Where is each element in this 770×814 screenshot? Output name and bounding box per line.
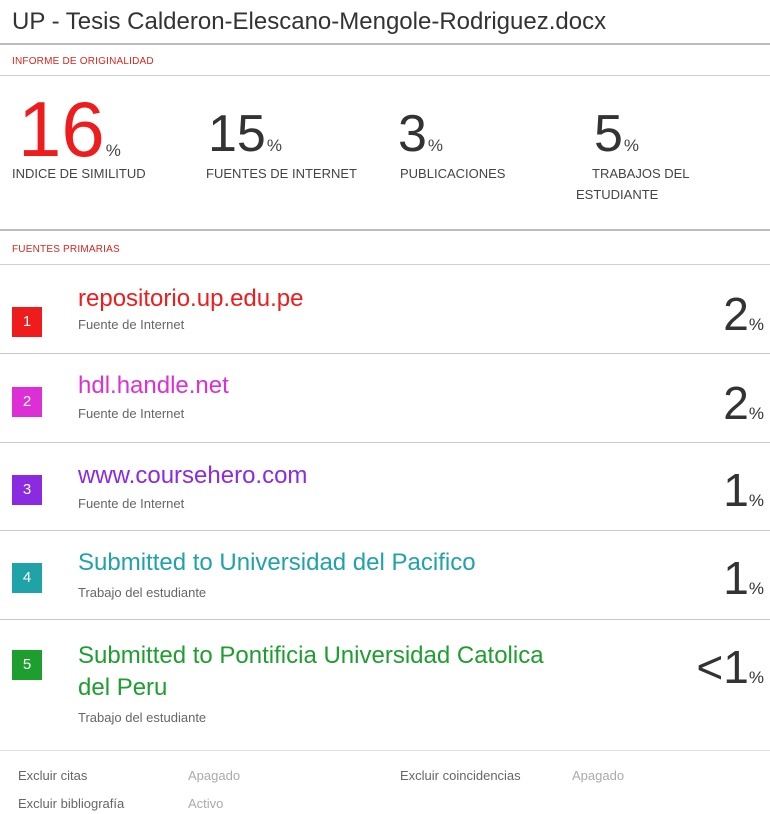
internet-sources-stat: 15%: [208, 108, 282, 160]
source-type: Fuente de Internet: [78, 317, 185, 332]
similarity-index-value: 16: [18, 85, 105, 173]
source-type: Trabajo del estudiante: [78, 710, 207, 725]
source-name-link[interactable]: www.coursehero.com: [78, 460, 307, 492]
originality-report-label: INFORME DE ORIGINALIDAD: [12, 56, 154, 67]
source-row-2[interactable]: 2 hdl.handle.net Fuente de Internet 2%: [0, 354, 770, 442]
source-name-link-line1[interactable]: Submitted to Pontificia Universidad Cato…: [78, 640, 544, 672]
percent-sign: %: [748, 491, 764, 510]
percent-sign: %: [105, 141, 121, 160]
source-row-4[interactable]: 4 Submitted to Universidad del Pacifico …: [0, 531, 770, 619]
source-rank-badge: 5: [12, 650, 42, 680]
source-type: Fuente de Internet: [78, 406, 185, 421]
source-percentage: 1%: [723, 555, 764, 601]
source-rank-badge: 1: [12, 307, 42, 337]
publications-value: 3: [398, 105, 427, 163]
internet-sources-caption: FUENTES DE INTERNET: [206, 166, 357, 181]
source-percentage: 1%: [723, 467, 764, 513]
percent-sign: %: [623, 136, 640, 155]
source-rank-badge: 2: [12, 387, 42, 417]
internet-sources-value: 15: [208, 105, 266, 163]
exclude-matches-value: Apagado: [572, 768, 625, 783]
divider: [0, 229, 770, 231]
similarity-index-stat: 16%: [18, 90, 121, 168]
source-percentage-value: 2: [723, 288, 749, 340]
source-percentage: 2%: [723, 291, 764, 337]
source-row-3[interactable]: 3 www.coursehero.com Fuente de Internet …: [0, 443, 770, 531]
source-name-link[interactable]: hdl.handle.net: [78, 370, 229, 402]
source-name-link[interactable]: Submitted to Universidad del Pacifico: [78, 547, 476, 579]
source-percentage: <1%: [696, 644, 764, 690]
source-percentage-value: <1: [696, 641, 749, 693]
percent-sign: %: [748, 668, 764, 687]
exclude-bibliography-label: Excluir bibliografía: [18, 796, 125, 811]
percent-sign: %: [266, 136, 282, 155]
source-percentage-value: 1: [723, 464, 749, 516]
publications-stat: 3%: [398, 108, 443, 160]
student-papers-caption-line1: TRABAJOS DEL: [592, 166, 690, 181]
exclude-matches-label: Excluir coincidencias: [400, 768, 521, 783]
percent-sign: %: [748, 404, 764, 423]
exclude-bibliography-value: Activo: [188, 796, 224, 811]
divider: [0, 43, 770, 45]
percent-sign: %: [748, 579, 764, 598]
source-rank-badge: 4: [12, 563, 42, 593]
divider: [0, 750, 770, 751]
student-papers-caption-line2: ESTUDIANTE: [576, 187, 659, 202]
divider: [0, 75, 770, 76]
source-percentage-value: 2: [723, 377, 749, 429]
source-name-link[interactable]: repositorio.up.edu.pe: [78, 283, 304, 315]
source-type: Fuente de Internet: [78, 496, 185, 511]
document-title: UP - Tesis Calderon-Elescano-Mengole-Rod…: [12, 8, 607, 35]
percent-sign: %: [748, 315, 764, 334]
source-rank-badge: 3: [12, 475, 42, 505]
exclude-quotes-value: Apagado: [188, 768, 241, 783]
student-papers-stat: 5%: [594, 108, 639, 160]
similarity-index-caption: INDICE DE SIMILITUD: [12, 166, 146, 181]
source-percentage: 2%: [723, 380, 764, 426]
source-name-link-line2[interactable]: del Peru: [78, 672, 167, 704]
percent-sign: %: [427, 136, 444, 155]
source-percentage-value: 1: [723, 552, 749, 604]
source-row-5[interactable]: 5 Submitted to Pontificia Universidad Ca…: [0, 620, 770, 740]
source-row-1[interactable]: 1 repositorio.up.edu.pe Fuente de Intern…: [0, 265, 770, 353]
publications-caption: PUBLICACIONES: [400, 166, 506, 181]
source-type: Trabajo del estudiante: [78, 585, 207, 600]
primary-sources-label: FUENTES PRIMARIAS: [12, 244, 120, 255]
exclude-quotes-label: Excluir citas: [18, 768, 88, 783]
student-papers-value: 5: [594, 105, 623, 163]
